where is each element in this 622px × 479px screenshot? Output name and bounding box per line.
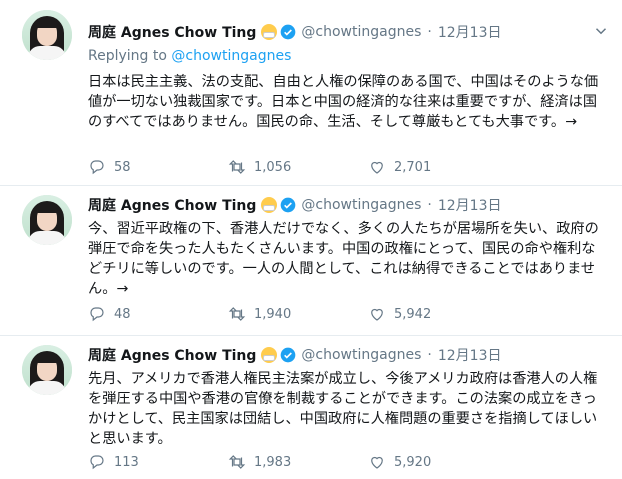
tweet-header: 周庭 Agnes Chow Ting @chowtingagnes · 12月1… [88,22,602,42]
verified-badge-icon [281,347,296,363]
timestamp[interactable]: 12月13日 [438,22,502,42]
mask-face-emoji-icon [261,197,278,213]
tweet-text: 先月、アメリカで香港人権民主法案が成立し、今後アメリカ政府は香港人の人権を弾圧す… [88,371,598,447]
tweet-actions: 48 1,940 5,942 [88,304,508,324]
reply-count: 58 [114,159,131,175]
reply-button[interactable]: 113 [88,452,228,472]
chevron-down-icon[interactable] [592,22,610,40]
tweet-actions: 113 1,983 5,920 [88,452,508,472]
reply-icon [90,455,104,470]
like-icon [371,161,383,174]
reply-button[interactable]: 58 [88,157,228,177]
separator: · [427,347,432,363]
replying-to-handle[interactable]: @chowtingagnes [171,48,291,64]
retweet-count: 1,056 [254,159,292,175]
like-icon [371,456,383,469]
handle[interactable]: @chowtingagnes [301,347,421,363]
mask-face-emoji-icon [261,347,278,363]
reply-count: 113 [114,454,139,470]
reply-icon [90,307,104,322]
like-count: 5,942 [394,306,432,322]
retweet-icon [228,160,246,174]
timestamp[interactable]: 12月13日 [438,345,502,365]
handle[interactable]: @chowtingagnes [301,24,421,40]
retweet-button[interactable]: 1,983 [228,452,368,472]
display-name[interactable]: 周庭 Agnes Chow Ting [88,345,256,365]
like-button[interactable]: 5,920 [368,452,508,472]
tweet-text: 日本は民主主義、法の支配、自由と人権の保障のある国で、中国はそのような価値が一切… [88,74,599,130]
like-icon [371,308,383,321]
retweet-count: 1,940 [254,306,292,322]
like-button[interactable]: 5,942 [368,304,508,324]
retweet-count: 1,983 [254,454,292,470]
replying-to: Replying to @chowtingagnes [88,48,602,66]
reply-button[interactable]: 48 [88,304,228,324]
mask-face-emoji-icon [261,24,278,40]
retweet-icon [228,455,246,469]
retweet-icon [228,307,246,321]
reply-count: 48 [114,306,131,322]
replying-to-label: Replying to [88,48,167,64]
avatar[interactable] [22,10,72,60]
verified-badge-icon [281,24,296,40]
verified-badge-icon [281,197,296,213]
display-name[interactable]: 周庭 Agnes Chow Ting [88,22,256,42]
tweet-3[interactable]: 周庭 Agnes Chow Ting @chowtingagnes · 12月1… [0,335,622,479]
tweet-1[interactable]: 周庭 Agnes Chow Ting @chowtingagnes · 12月1… [0,0,622,186]
like-button[interactable]: 2,701 [368,157,508,177]
like-count: 2,701 [394,159,432,175]
tweet-header: 周庭 Agnes Chow Ting @chowtingagnes · 12月1… [88,195,602,215]
handle[interactable]: @chowtingagnes [301,197,421,213]
separator: · [427,197,432,213]
avatar[interactable] [22,345,72,395]
timestamp[interactable]: 12月13日 [438,195,502,215]
tweet-header: 周庭 Agnes Chow Ting @chowtingagnes · 12月1… [88,345,602,365]
avatar[interactable] [22,195,72,245]
separator: · [427,24,432,40]
reply-icon [90,160,104,175]
tweet-text: 今、習近平政権の下、香港人だけでなく、多くの人たちが居場所を失い、政府の弾圧で命… [88,221,599,297]
tweet-2[interactable]: 周庭 Agnes Chow Ting @chowtingagnes · 12月1… [0,185,622,336]
like-count: 5,920 [394,454,432,470]
tweet-actions: 58 1,056 2,701 [88,157,508,177]
retweet-button[interactable]: 1,056 [228,157,368,177]
display-name[interactable]: 周庭 Agnes Chow Ting [88,195,256,215]
retweet-button[interactable]: 1,940 [228,304,368,324]
